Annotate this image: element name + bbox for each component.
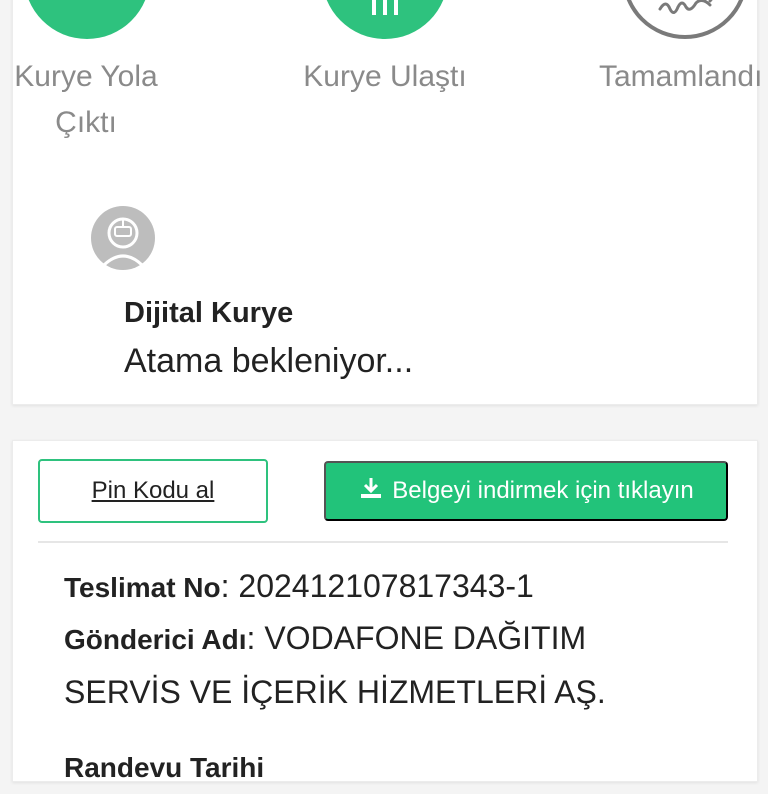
step-label: Kurye Ulaştı [303, 60, 467, 93]
step-complete-icon [24, 0, 150, 39]
delivery-number-row: Teslimat No: 202412107817343-1 [64, 560, 704, 614]
building-icon-glyph [372, 0, 398, 15]
sender-name-value-line1: VODAFONE DAĞITIM [264, 620, 587, 656]
delivery-number-label: Teslimat No [64, 572, 221, 603]
delivery-number-value: 202412107817343-1 [238, 568, 534, 604]
step-courier-departed: Kurye Yola Çıktı [13, 54, 159, 146]
get-pin-code-button[interactable]: Pin Kodu al [38, 459, 268, 523]
delivery-status-card: Kurye Yola Çıktı Kurye Ulaştı Tamamlandı [12, 0, 763, 405]
step-label: Tamamlandı [599, 60, 763, 93]
courier-name: Dijital Kurye [124, 297, 294, 329]
signature-icon [622, 0, 748, 39]
courier-avatar-glyph [91, 206, 155, 270]
appointment-date-row: Randevu Tarihi [64, 740, 704, 794]
courier-status: Atama bekleniyor... [124, 342, 414, 380]
download-icon-glyph [361, 477, 382, 498]
step-completed: Tamamlandı [599, 54, 763, 100]
step-courier-arrived: Kurye Ulaştı [273, 54, 497, 100]
download-button-label: Belgeyi indirmek için tıklayın [392, 477, 694, 504]
download-icon [358, 475, 384, 508]
step-label: Kurye Yola [14, 60, 158, 93]
sender-name-label: Gönderici Adı [64, 624, 247, 655]
divider [38, 541, 728, 543]
sender-name-value-line2: SERVİS VE İÇERİK HİZMETLERİ AŞ. [64, 674, 606, 710]
separator: : [220, 568, 230, 604]
courier-avatar-icon [90, 205, 156, 271]
separator: : [246, 620, 256, 656]
download-document-button[interactable]: Belgeyi indirmek için tıklayın [324, 461, 728, 521]
building-icon [322, 0, 448, 39]
step-label: Çıktı [55, 106, 117, 139]
sender-name-row: Gönderici Adı: VODAFONE DAĞITIM SERVİS V… [64, 612, 704, 718]
signature-icon-glyph [658, 0, 713, 14]
